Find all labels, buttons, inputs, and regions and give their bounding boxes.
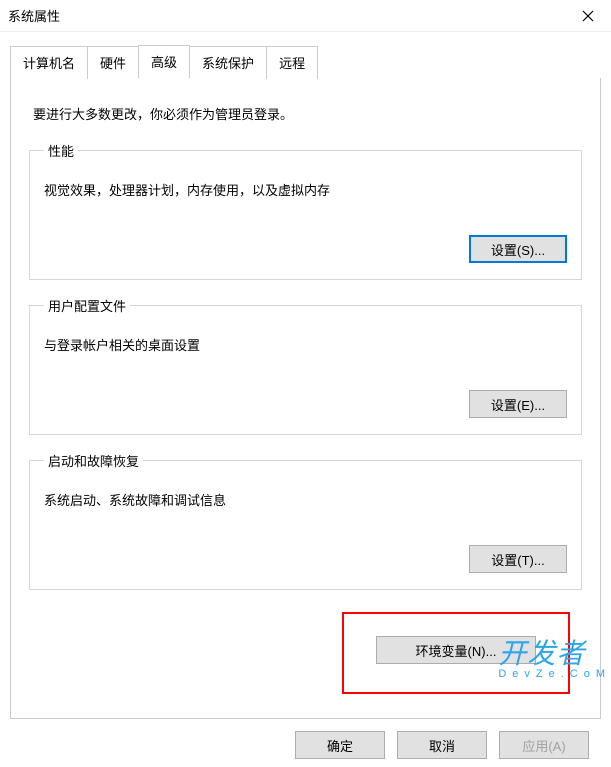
close-button[interactable] xyxy=(565,0,611,32)
user-profiles-settings-button[interactable]: 设置(E)... xyxy=(469,390,567,418)
startup-recovery-settings-button[interactable]: 设置(T)... xyxy=(469,545,567,573)
tab-system-protection[interactable]: 系统保护 xyxy=(189,46,267,79)
admin-note: 要进行大多数更改，你必须作为管理员登录。 xyxy=(33,104,578,123)
close-icon xyxy=(582,10,594,22)
highlight-box: 环境变量(N)... xyxy=(342,612,570,694)
user-profiles-legend: 用户配置文件 xyxy=(44,296,130,315)
performance-legend: 性能 xyxy=(44,141,78,160)
performance-settings-button[interactable]: 设置(S)... xyxy=(469,235,567,263)
user-profiles-group: 用户配置文件 与登录帐户相关的桌面设置 设置(E)... xyxy=(29,296,582,435)
tab-content-advanced: 要进行大多数更改，你必须作为管理员登录。 性能 视觉效果，处理器计划，内存使用，… xyxy=(10,78,601,719)
dialog-footer: 确定 取消 应用(A) xyxy=(0,719,611,767)
tab-remote[interactable]: 远程 xyxy=(266,46,318,79)
environment-variables-button[interactable]: 环境变量(N)... xyxy=(376,636,536,664)
cancel-button[interactable]: 取消 xyxy=(397,731,487,759)
performance-group: 性能 视觉效果，处理器计划，内存使用，以及虚拟内存 设置(S)... xyxy=(29,141,582,280)
tab-advanced[interactable]: 高级 xyxy=(138,45,190,79)
performance-desc: 视觉效果，处理器计划，内存使用，以及虚拟内存 xyxy=(44,180,567,199)
startup-recovery-desc: 系统启动、系统故障和调试信息 xyxy=(44,490,567,509)
apply-button[interactable]: 应用(A) xyxy=(499,731,589,759)
env-vars-row: 环境变量(N)... xyxy=(29,606,582,706)
startup-recovery-group: 启动和故障恢复 系统启动、系统故障和调试信息 设置(T)... xyxy=(29,451,582,590)
startup-recovery-legend: 启动和故障恢复 xyxy=(44,451,143,470)
titlebar: 系统属性 xyxy=(0,0,611,32)
ok-button[interactable]: 确定 xyxy=(295,731,385,759)
tab-bar: 计算机名 硬件 高级 系统保护 远程 xyxy=(0,32,611,78)
user-profiles-desc: 与登录帐户相关的桌面设置 xyxy=(44,335,567,354)
window-title: 系统属性 xyxy=(8,6,565,25)
tab-computer-name[interactable]: 计算机名 xyxy=(10,46,88,79)
tab-hardware[interactable]: 硬件 xyxy=(87,46,139,79)
